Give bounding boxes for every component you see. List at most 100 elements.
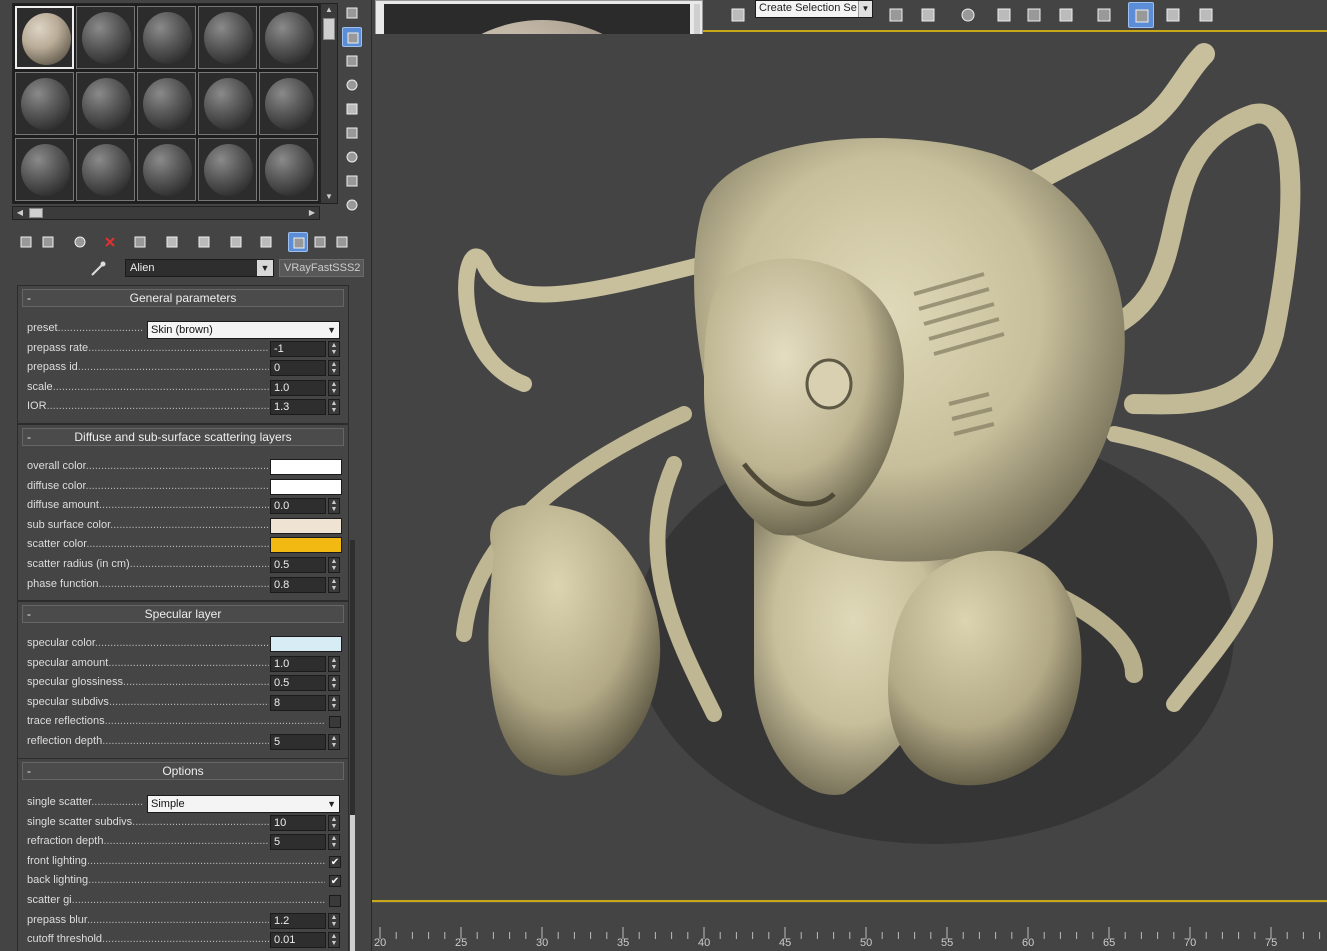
color-swatch[interactable] [270,478,342,495]
backlight-button[interactable] [342,27,362,47]
spinner-arrows-icon[interactable]: ▲ ▼ [328,932,340,949]
spinner-field[interactable]: 8 [270,694,326,711]
material-sample-slot[interactable] [15,72,74,135]
color-swatch[interactable] [270,459,342,475]
dropdown-select[interactable]: Simple ▼ [147,795,340,813]
manage-layers-button[interactable] [955,2,981,28]
sample-type-sphere-button[interactable] [342,3,362,23]
spinner-arrows-icon[interactable]: ▲ ▼ [328,360,340,377]
material-sample-slot[interactable] [15,138,74,201]
named-selection-set-dropdown[interactable]: Create Selection Se ▼ [755,0,873,18]
spinner-field[interactable]: 1.0 [270,655,326,672]
put-to-scene-button[interactable] [38,232,58,252]
material-sample-slot[interactable] [76,6,135,69]
spinner-arrows-icon[interactable]: ▲ ▼ [328,576,340,593]
show-end-result-button[interactable] [288,232,308,252]
checkbox-unchecked[interactable] [329,716,341,729]
material-sample-slot[interactable] [198,6,257,69]
align-button[interactable] [915,2,941,28]
material-sample-slot[interactable] [15,6,74,69]
spinner-arrows-icon[interactable]: ▲ ▼ [328,655,340,672]
make-unique-button[interactable] [162,232,182,252]
render-setup-button[interactable] [1128,2,1154,28]
reset-map-button[interactable] [100,232,120,252]
material-sample-slot[interactable] [198,72,257,135]
spinner-arrows-icon[interactable]: ▲ ▼ [328,912,340,929]
spinner-arrows-icon[interactable]: ▲ ▼ [328,834,340,851]
slots-horizontal-scrollbar[interactable]: ◀ ▶ [12,206,320,220]
make-copy-button[interactable] [130,232,150,252]
video-color-check-button[interactable] [342,99,362,119]
spinner-field[interactable]: 0.5 [270,675,326,692]
collapse-icon[interactable]: - [27,290,31,306]
spinner-field[interactable]: 1.2 [270,912,326,929]
scrollbar-thumb[interactable] [323,18,335,40]
chevron-down-icon[interactable]: ▼ [858,1,872,17]
checkbox-unchecked[interactable] [329,895,341,907]
spinner-arrows-icon[interactable]: ▲ ▼ [328,340,340,357]
spinner-arrows-icon[interactable]: ▲ ▼ [328,498,340,515]
render-production-button[interactable] [1193,2,1219,28]
get-material-button[interactable] [16,232,36,252]
scroll-down-icon[interactable]: ▼ [323,192,335,202]
spinner-field[interactable]: 1.3 [270,399,326,416]
color-swatch[interactable] [270,537,342,554]
curve-editor-button[interactable] [1021,2,1047,28]
sample-uv-tiling-button[interactable] [342,75,362,95]
schematic-view-button[interactable] [1053,2,1079,28]
material-sample-slot[interactable] [76,72,135,135]
spinner-arrows-icon[interactable]: ▲ ▼ [328,379,340,396]
select-by-material-button[interactable] [342,171,362,191]
dropdown-select[interactable]: Skin (brown) ▼ [147,321,340,339]
spinner-field[interactable]: 0.0 [270,498,326,515]
spinner-arrows-icon[interactable]: ▲ ▼ [328,557,340,573]
make-preview-button[interactable] [342,123,362,143]
spinner-field[interactable]: 0.5 [270,557,326,573]
material-sample-slot[interactable] [137,6,196,69]
spinner-field[interactable]: 5 [270,734,326,750]
spinner-arrows-icon[interactable]: ▲ ▼ [328,694,340,711]
spinner-arrows-icon[interactable]: ▲ ▼ [328,399,340,416]
scrollbar-thumb[interactable] [29,208,43,218]
go-forward-sibling-button[interactable] [332,232,352,252]
collapse-icon[interactable]: - [27,429,31,445]
material-editor-button[interactable] [1091,2,1117,28]
chevron-down-icon[interactable]: ▼ [257,260,273,276]
show-shaded-material-button[interactable] [256,232,276,252]
scroll-left-icon[interactable]: ◀ [14,207,26,219]
rollout-header[interactable]: - Diffuse and sub-surface scattering laye… [22,428,344,446]
spinner-arrows-icon[interactable]: ▲ ▼ [328,675,340,692]
material-sample-slot[interactable] [259,138,318,201]
collapse-icon[interactable]: - [27,606,31,622]
mirror-button[interactable] [883,2,909,28]
scrollbar-thumb[interactable] [350,815,355,951]
slots-vertical-scrollbar[interactable]: ▲ ▼ [320,3,338,204]
options-button[interactable] [342,147,362,167]
scene-explorer-button[interactable] [991,2,1017,28]
color-swatch[interactable] [270,517,342,534]
checkbox-checked[interactable]: ✔ [329,875,341,888]
panel-scrollbar[interactable] [350,540,355,951]
spinner-field[interactable]: 1.0 [270,379,326,396]
rendered-frame-button[interactable] [1160,2,1186,28]
background-checker-button[interactable] [342,51,362,71]
material-sample-slot[interactable] [76,138,135,201]
put-to-library-button[interactable] [194,232,214,252]
edit-named-selection-button[interactable] [725,2,751,28]
alien-creature-model[interactable] [374,34,1327,902]
rollout-header[interactable]: - Specular layer [22,605,344,623]
spinner-field[interactable]: 0 [270,360,326,377]
spinner-arrows-icon[interactable]: ▲ ▼ [328,814,340,831]
go-to-parent-button[interactable] [310,232,330,252]
spinner-field[interactable]: 10 [270,814,326,831]
material-sample-slot[interactable] [137,138,196,201]
material-map-navigator-button[interactable] [342,195,362,215]
material-type-button[interactable]: VRayFastSSS2 [279,259,364,277]
spinner-field[interactable]: 0.8 [270,576,326,593]
material-id-button[interactable] [226,232,246,252]
color-swatch[interactable] [270,636,342,652]
material-sample-slot[interactable] [259,72,318,135]
timeline-ruler[interactable]: 20 25 30 35 40 45 50 55 60 65 70 75 [372,902,1327,951]
pick-material-icon[interactable] [88,260,108,278]
spinner-arrows-icon[interactable]: ▲ ▼ [328,734,340,750]
